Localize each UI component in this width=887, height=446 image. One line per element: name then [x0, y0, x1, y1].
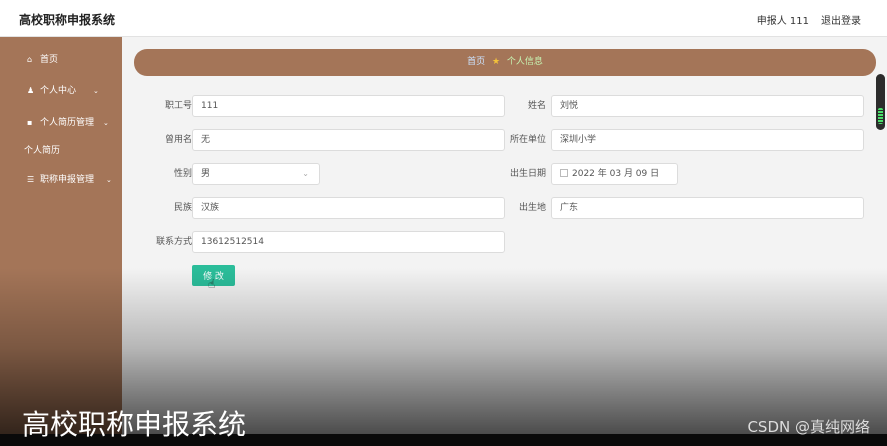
birthplace-field[interactable]: 广东: [551, 197, 864, 219]
ethnicity-field[interactable]: 汉族: [192, 197, 505, 219]
contact-label: 联系方式: [155, 237, 192, 247]
breadcrumb-current: 个人信息: [506, 57, 543, 67]
name-label: 姓名: [527, 101, 546, 111]
gender-select[interactable]: 男 ⌄: [192, 163, 320, 185]
calendar-icon: [560, 169, 568, 177]
hand-cursor-icon: ☝: [208, 277, 216, 291]
former-name-field[interactable]: 无: [192, 129, 505, 151]
gender-label: 性别: [173, 169, 192, 179]
overlay-caption: 高校职称申报系统: [22, 408, 247, 441]
sidebar-item-label: 个人简历管理: [40, 118, 95, 128]
main-content: 首页 ★ 个人信息 职工号 111 姓名 刘悦 曾用名 无 所在单位 深圳小学 …: [122, 37, 887, 446]
birth-date-picker[interactable]: 2022 年 03 月 09 日: [551, 163, 678, 185]
resume-icon: ▪: [27, 118, 33, 127]
star-icon: ★: [491, 57, 501, 67]
sidebar-item-label: 职称申报管理: [40, 175, 95, 185]
scrollbar-thumb[interactable]: [878, 108, 883, 124]
sidebar-item-personal-center[interactable]: ♟ 个人中心 ⌄: [0, 80, 122, 102]
chevron-down-icon: ⌄: [93, 87, 99, 95]
breadcrumb: 首页 ★ 个人信息: [134, 49, 876, 76]
gender-value: 男: [201, 169, 211, 179]
sidebar-item-label: 个人中心: [40, 86, 77, 96]
user-icon: ♟: [27, 86, 35, 95]
chevron-down-icon: ⌄: [103, 119, 109, 127]
chevron-down-icon: ⌄: [106, 176, 112, 184]
former-name-label: 曾用名: [164, 135, 192, 145]
sidebar: ⌂ 首页 ♟ 个人中心 ⌄ ▪ 个人简历管理 ⌄ 个人简历 ☰ 职称申报管理 ⌄: [0, 37, 122, 446]
sidebar-item-label: 首页: [40, 55, 59, 65]
sidebar-item-title-application[interactable]: ☰ 职称申报管理 ⌄: [0, 169, 122, 191]
current-user: 申报人 111: [756, 16, 809, 27]
sidebar-item-resume-management[interactable]: ▪ 个人简历管理 ⌄: [0, 112, 122, 134]
sidebar-subitem-resume[interactable]: 个人简历: [24, 140, 60, 162]
name-field[interactable]: 刘悦: [551, 95, 864, 117]
logout-link[interactable]: 退出登录: [821, 12, 861, 27]
birthplace-label: 出生地: [518, 203, 546, 213]
home-icon: ⌂: [27, 55, 33, 64]
ethnicity-label: 民族: [173, 203, 192, 213]
sidebar-item-home[interactable]: ⌂ 首页: [0, 49, 122, 71]
birth-date-label: 出生日期: [509, 169, 546, 179]
scrollbar[interactable]: [876, 74, 885, 130]
list-icon: ☰: [27, 175, 35, 184]
top-bar: 高校职称申报系统 申报人 111 退出登录: [0, 0, 887, 37]
employee-id-label: 职工号: [164, 101, 192, 111]
birth-date-value: 2022 年 03 月 09 日: [572, 169, 660, 179]
app-title: 高校职称申报系统: [19, 13, 116, 27]
breadcrumb-home-link[interactable]: 首页: [467, 57, 485, 67]
chevron-down-icon: ⌄: [302, 169, 309, 178]
employee-id-field[interactable]: 111: [192, 95, 505, 117]
work-unit-field[interactable]: 深圳小学: [551, 129, 864, 151]
contact-field[interactable]: 13612512514: [192, 231, 505, 253]
work-unit-label: 所在单位: [509, 135, 546, 145]
watermark: CSDN @真纯网络: [747, 418, 870, 436]
